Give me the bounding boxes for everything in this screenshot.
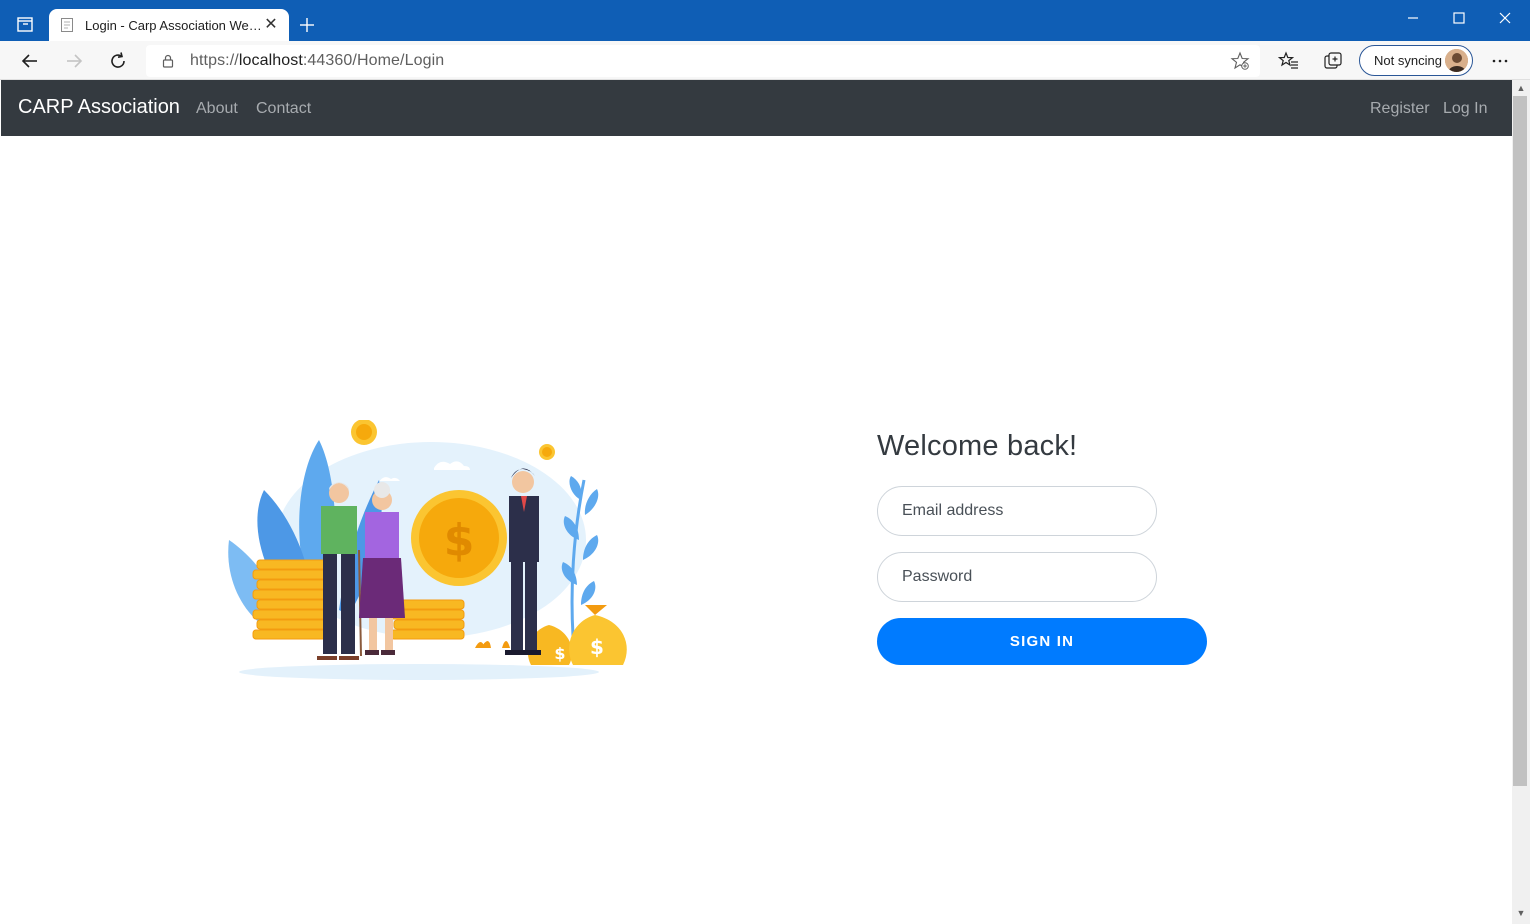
nav-link-contact[interactable]: Contact bbox=[256, 100, 311, 118]
tab-actions-icon[interactable] bbox=[14, 13, 38, 37]
more-options-icon[interactable] bbox=[1489, 50, 1511, 72]
svg-text:$: $ bbox=[444, 515, 475, 566]
scroll-thumb[interactable] bbox=[1513, 96, 1527, 786]
svg-text:$: $ bbox=[590, 635, 604, 659]
profile-avatar bbox=[1445, 49, 1468, 72]
profile-sync-button[interactable]: Not syncing bbox=[1359, 45, 1473, 76]
tab-close-icon[interactable]: ✕ bbox=[263, 17, 279, 33]
lock-icon[interactable] bbox=[160, 53, 176, 69]
browser-title-bar: Login - Carp Association Website ✕ bbox=[0, 0, 1530, 41]
address-bar[interactable]: https://localhost:44360/Home/Login bbox=[146, 45, 1260, 77]
page-favicon-icon bbox=[61, 18, 73, 32]
site-brand-link[interactable]: CARP Association bbox=[18, 96, 180, 119]
url-text[interactable]: https://localhost:44360/Home/Login bbox=[190, 52, 444, 70]
scroll-up-arrow-icon[interactable]: ▲ bbox=[1516, 83, 1526, 93]
email-input[interactable] bbox=[877, 486, 1157, 536]
url-host: localhost bbox=[238, 52, 303, 69]
collections-icon[interactable] bbox=[1322, 50, 1344, 72]
nav-link-register[interactable]: Register bbox=[1370, 100, 1430, 118]
svg-text:$: $ bbox=[554, 644, 565, 663]
maximize-icon[interactable] bbox=[1447, 8, 1471, 28]
site-navbar: CARP Association About Contact Register … bbox=[1, 80, 1512, 136]
back-icon[interactable] bbox=[19, 50, 41, 72]
forward-icon bbox=[67, 54, 83, 68]
retirement-savings-illustration: $ $ $ bbox=[228, 420, 627, 680]
sync-label: Not syncing bbox=[1374, 53, 1442, 68]
add-favorite-icon[interactable] bbox=[1230, 51, 1250, 71]
minimize-icon[interactable] bbox=[1401, 8, 1425, 28]
sign-in-button[interactable]: SIGN IN bbox=[877, 618, 1207, 665]
url-path: :44360/Home/Login bbox=[302, 52, 445, 69]
favorites-icon[interactable] bbox=[1278, 50, 1300, 72]
scroll-down-arrow-icon[interactable]: ▼ bbox=[1516, 908, 1526, 918]
browser-toolbar: https://localhost:44360/Home/Login Not s… bbox=[0, 41, 1530, 80]
browser-tab-active[interactable]: Login - Carp Association Website ✕ bbox=[49, 9, 289, 41]
nav-link-about[interactable]: About bbox=[196, 100, 238, 118]
password-input[interactable] bbox=[877, 552, 1157, 602]
welcome-heading: Welcome back! bbox=[877, 430, 1078, 462]
page-scrollbar[interactable]: ▲ ▼ bbox=[1512, 80, 1530, 924]
nav-link-login[interactable]: Log In bbox=[1443, 100, 1487, 118]
url-scheme: https:// bbox=[190, 52, 239, 69]
refresh-icon[interactable] bbox=[107, 50, 129, 72]
new-tab-icon[interactable] bbox=[297, 15, 317, 35]
close-window-icon[interactable] bbox=[1493, 8, 1517, 28]
tab-title: Login - Carp Association Website bbox=[85, 17, 263, 33]
web-page: CARP Association About Contact Register … bbox=[1, 80, 1512, 924]
